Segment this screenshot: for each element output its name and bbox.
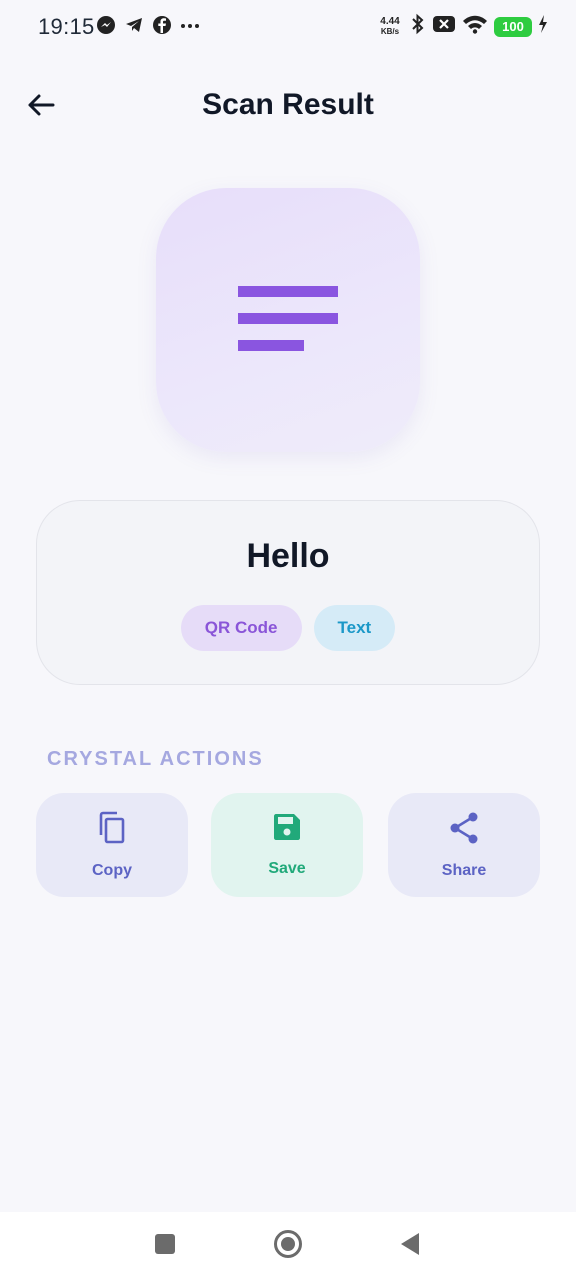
save-icon — [271, 793, 303, 848]
messenger-icon — [96, 15, 116, 35]
square-icon — [154, 1233, 176, 1260]
text-type-chip: Text — [313, 605, 396, 651]
page-title: Scan Result — [202, 88, 374, 121]
charging-icon — [538, 15, 548, 38]
network-speed-unit: KB/s — [380, 27, 400, 36]
actions-section-title: CRYSTAL ACTIONS — [47, 748, 264, 770]
battery-indicator: 100 — [494, 16, 532, 37]
home-circle-icon — [273, 1229, 303, 1264]
system-icons: 4.44 KB/s 100 — [376, 13, 548, 40]
copy-label: Copy — [92, 862, 132, 879]
status-bar: 19:15 4.44 KB/s 100 — [0, 0, 576, 56]
save-label: Save — [268, 860, 306, 877]
no-sim-icon — [432, 14, 456, 39]
bluetooth-icon — [410, 13, 426, 40]
actions-row: Copy Save Share — [36, 793, 540, 897]
result-text: Hello — [246, 537, 330, 575]
network-speed: 4.44 KB/s — [376, 16, 404, 37]
facebook-icon — [152, 15, 172, 35]
home-button[interactable] — [272, 1229, 304, 1264]
more-notifications-icon — [180, 15, 200, 35]
qr-code-chip: QR Code — [180, 605, 302, 651]
share-label: Share — [441, 862, 487, 879]
copy-button[interactable]: Copy — [36, 793, 188, 897]
system-navigation-bar — [0, 1212, 576, 1280]
type-chips: QR Code Text — [37, 605, 539, 651]
triangle-back-icon — [399, 1232, 421, 1261]
result-card: Hello QR Code Text — [36, 500, 540, 685]
share-icon — [448, 793, 480, 850]
recents-button[interactable] — [149, 1230, 181, 1262]
copy-icon — [96, 793, 128, 850]
status-time: 19:15 — [38, 14, 95, 39]
network-speed-value: 4.44 — [380, 16, 400, 27]
wifi-icon — [462, 14, 488, 39]
telegram-icon — [124, 15, 144, 35]
back-nav-button[interactable] — [394, 1230, 426, 1262]
content-type-tile — [156, 188, 420, 452]
save-button[interactable]: Save — [211, 793, 363, 897]
share-button[interactable]: Share — [388, 793, 540, 897]
notification-icons — [96, 15, 200, 35]
app-header: Scan Result — [0, 70, 576, 142]
